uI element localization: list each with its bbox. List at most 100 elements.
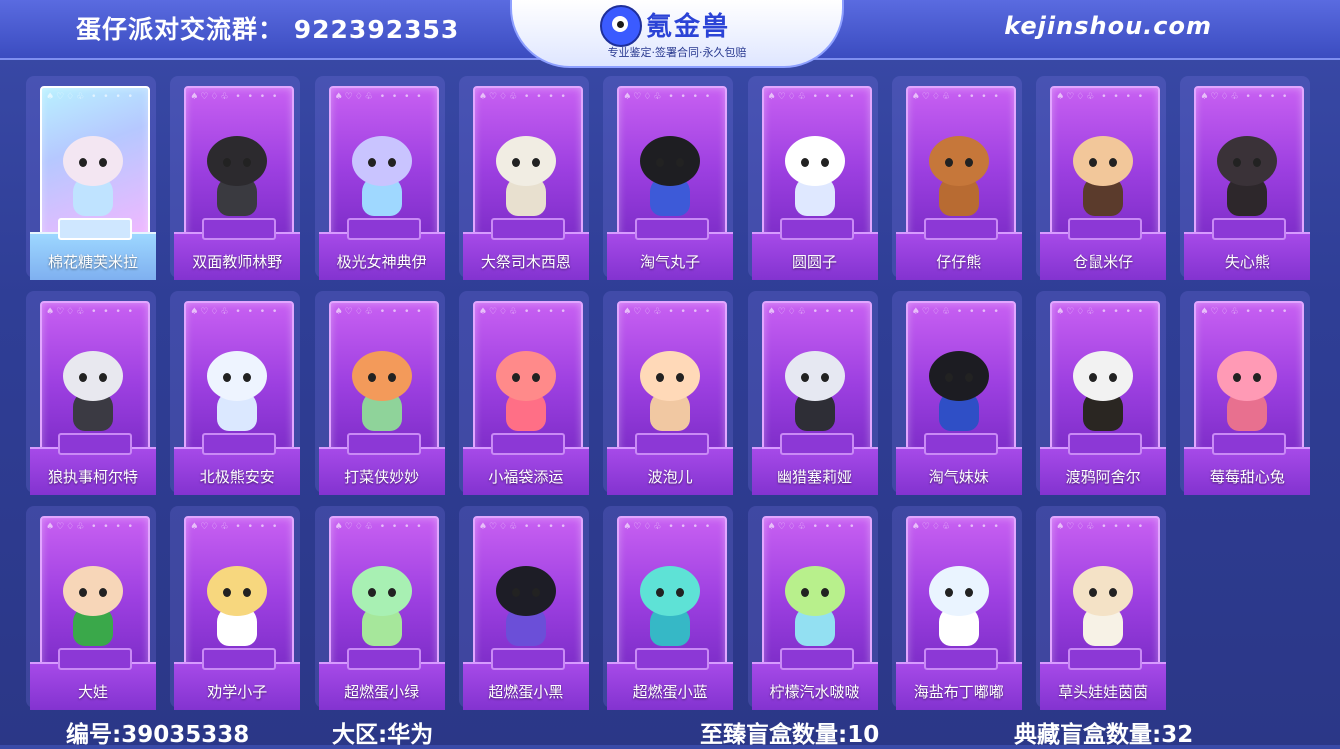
skin-card[interactable]: ♠♡♢♧ • • • • 大祭司木西恩 (458, 76, 589, 280)
character-eye (511, 588, 520, 597)
skin-card[interactable]: ♠♡♢♧ • • • • 仔仔熊 (891, 76, 1022, 280)
character-head (63, 136, 123, 186)
character-head (207, 566, 268, 616)
character-figure (921, 130, 997, 222)
skin-name: 劝学小子 (207, 683, 268, 701)
character-figure (1209, 130, 1285, 222)
character-eye (531, 588, 540, 597)
character-figure (777, 560, 853, 652)
skin-card[interactable]: ♠♡♢♧ • • • • 圆圆子 (747, 76, 878, 280)
character-eye (99, 373, 107, 382)
group-label: 蛋仔派对交流群： (76, 15, 285, 44)
account-region: 大区:华为 (332, 722, 434, 748)
skin-card[interactable]: ♠♡♢♧ • • • • 仓鼠米仔 (1036, 76, 1167, 280)
skin-card[interactable]: ♠♡♢♧ • • • • 劝学小子 (170, 506, 301, 710)
account-id: 编号:39035338 (66, 722, 250, 748)
skin-card[interactable]: ♠♡♢♧ • • • • 超燃蛋小黑 (458, 506, 589, 710)
skin-card[interactable]: ♠♡♢♧ • • • • 幽猎塞莉娅 (747, 291, 878, 495)
character-head (207, 351, 268, 401)
skin-card[interactable]: ♠♡♢♧ • • • • 大娃 (26, 506, 156, 710)
skin-card[interactable]: ♠♡♢♧ • • • • 棉花糖芙米拉 (26, 76, 156, 280)
card-suit-marks: ♠♡♢♧ • • • • (190, 307, 280, 317)
skin-card[interactable]: ♠♡♢♧ • • • • 渡鸦阿舍尔 (1036, 291, 1167, 495)
skin-card[interactable]: ♠♡♢♧ • • • • 北极熊安安 (170, 291, 301, 495)
skin-card[interactable]: ♠♡♢♧ • • • • 淘气丸子 (603, 76, 734, 280)
character-head (63, 351, 123, 401)
character-figure (632, 130, 708, 222)
character-head (495, 136, 556, 186)
skin-card[interactable]: ♠♡♢♧ • • • • 柠檬汽水啵啵 (747, 506, 878, 710)
character-eye (800, 373, 809, 382)
card-suit-marks: ♠♡♢♧ • • • • (767, 522, 857, 532)
character-eye (964, 588, 973, 597)
supreme-box-count: 至臻盲盒数量:10 (700, 722, 880, 748)
card-suit-marks: ♠♡♢♧ • • • • (1200, 307, 1290, 317)
character-eye (944, 158, 953, 167)
skin-card[interactable]: ♠♡♢♧ • • • • 极光女神典伊 (314, 76, 445, 280)
card-suit-marks: ♠♡♢♧ • • • • (334, 307, 424, 317)
character-eye (79, 588, 87, 597)
card-suit-marks: ♠♡♢♧ • • • • (767, 307, 857, 317)
skin-name: 幽猎塞莉娅 (776, 468, 852, 486)
skin-card[interactable]: ♠♡♢♧ • • • • 超燃蛋小绿 (314, 506, 445, 710)
skin-name: 小福袋添运 (488, 468, 564, 486)
card-suit-marks: ♠♡♢♧ • • • • (911, 92, 1001, 102)
skin-card[interactable]: ♠♡♢♧ • • • • 草头娃娃茵茵 (1036, 506, 1167, 710)
character-head (495, 566, 556, 616)
card-suit-marks: ♠♡♢♧ • • • • (623, 522, 713, 532)
account-footer: 编号:39035338 大区:华为 至臻盲盒数量:10 典藏盲盒数量:32 (0, 712, 1340, 748)
character-eye (79, 373, 87, 382)
skin-name: 极光女神典伊 (336, 253, 427, 271)
skin-name: 圆圆子 (791, 253, 837, 271)
character-figure (55, 130, 131, 222)
skin-card[interactable]: ♠♡♢♧ • • • • 双面教师林野 (170, 76, 301, 280)
skin-card[interactable]: ♠♡♢♧ • • • • 打菜侠妙妙 (314, 291, 445, 495)
skin-card[interactable]: ♠♡♢♧ • • • • 狼执事柯尔特 (26, 291, 156, 495)
character-head (1217, 351, 1278, 401)
skin-card[interactable]: ♠♡♢♧ • • • • 淘气妹妹 (891, 291, 1022, 495)
character-figure (199, 130, 275, 222)
card-suit-marks: ♠♡♢♧ • • • • (46, 307, 135, 317)
skin-name: 大祭司木西恩 (480, 253, 571, 271)
skin-name: 超燃蛋小黑 (488, 683, 564, 701)
character-figure (777, 345, 853, 437)
group-number: 922392353 (293, 15, 460, 44)
character-figure (1065, 560, 1141, 652)
character-eye (820, 588, 829, 597)
character-figure (632, 345, 708, 437)
skin-name: 渡鸦阿舍尔 (1065, 468, 1141, 486)
skin-card[interactable]: ♠♡♢♧ • • • • 波泡儿 (603, 291, 734, 495)
skin-card[interactable]: ♠♡♢♧ • • • • 失心熊 (1180, 76, 1311, 280)
character-figure (55, 345, 131, 437)
character-head (351, 351, 412, 401)
character-eye (964, 373, 973, 382)
character-head (1073, 136, 1134, 186)
character-eye (387, 588, 396, 597)
brand-logo-tab: 氪金兽 专业鉴定·签署合同·永久包赔 (510, 0, 844, 68)
skin-name: 草头娃娃茵茵 (1058, 683, 1149, 701)
character-eye (367, 588, 376, 597)
skin-name: 双面教师林野 (192, 253, 283, 271)
character-eye (531, 158, 540, 167)
skin-card[interactable]: ♠♡♢♧ • • • • 超燃蛋小蓝 (603, 506, 734, 710)
skin-card[interactable]: ♠♡♢♧ • • • • 海盐布丁嘟嘟 (891, 506, 1022, 710)
card-suit-marks: ♠♡♢♧ • • • • (334, 92, 424, 102)
character-eye (820, 373, 829, 382)
character-head (784, 136, 845, 186)
character-figure (55, 560, 131, 652)
character-head (928, 566, 989, 616)
skin-card[interactable]: ♠♡♢♧ • • • • 莓莓甜心兔 (1180, 291, 1311, 495)
card-suit-marks: ♠♡♢♧ • • • • (1056, 92, 1146, 102)
skin-name: 淘气妹妹 (928, 468, 989, 486)
skin-name: 狼执事柯尔特 (47, 468, 138, 486)
site-url[interactable]: kejinshou.com (1004, 12, 1212, 40)
character-eye (531, 373, 540, 382)
character-eye (367, 373, 376, 382)
skin-name: 北极熊安安 (199, 468, 275, 486)
skin-card[interactable]: ♠♡♢♧ • • • • 小福袋添运 (458, 291, 589, 495)
character-eye (387, 158, 396, 167)
character-head (1073, 566, 1134, 616)
skin-name: 波泡儿 (647, 468, 693, 486)
character-figure (344, 345, 420, 437)
card-suit-marks: ♠♡♢♧ • • • • (911, 522, 1001, 532)
